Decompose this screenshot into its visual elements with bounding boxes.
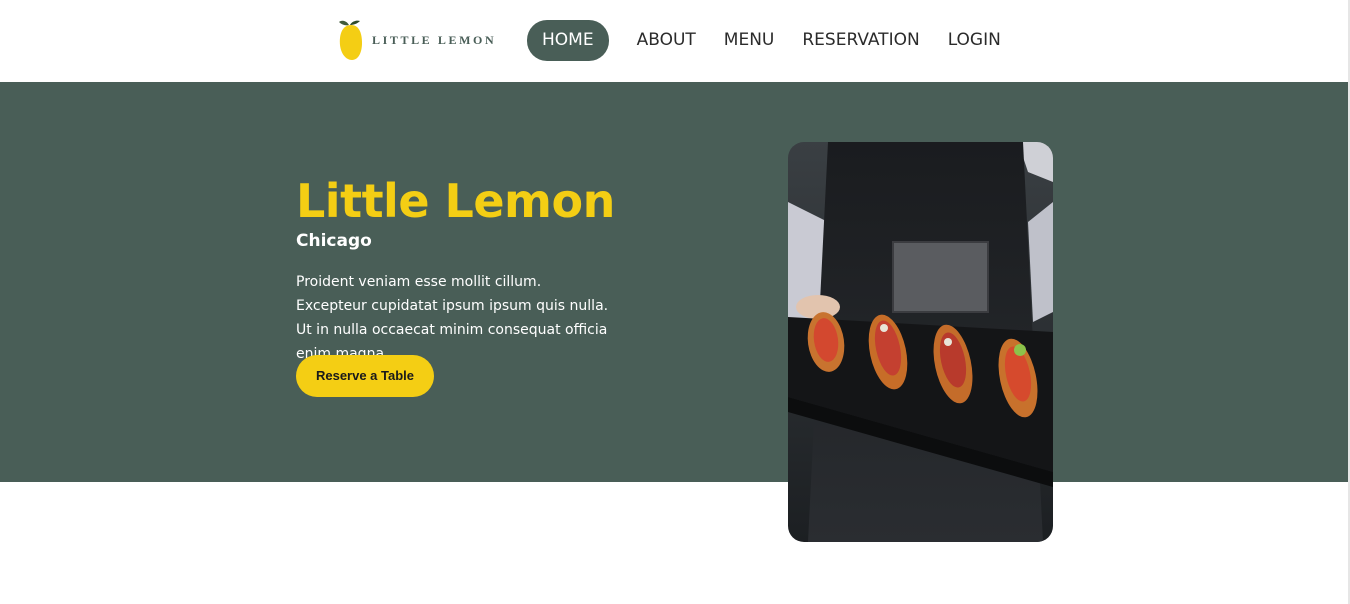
hero-image	[788, 142, 1053, 542]
lemon-icon	[339, 20, 362, 60]
reserve-table-button[interactable]: Reserve a Table	[296, 355, 434, 397]
main-nav: HOME ABOUT MENU RESERVATION LOGIN	[527, 20, 1015, 61]
hero-title: Little Lemon	[296, 174, 615, 228]
nav-item-reservation[interactable]: RESERVATION	[788, 20, 933, 61]
site-header: LITTLE LEMON HOME ABOUT MENU RESERVATION…	[0, 0, 1350, 82]
nav-item-menu[interactable]: MENU	[710, 20, 789, 61]
hero-subtitle: Chicago	[296, 231, 372, 251]
nav-item-home[interactable]: HOME	[527, 20, 609, 61]
food-platter-photo	[788, 142, 1053, 542]
brand-logo[interactable]: LITTLE LEMON	[338, 18, 496, 62]
hero-section: Little Lemon Chicago Proident veniam ess…	[0, 82, 1350, 482]
brand-name: LITTLE LEMON	[372, 32, 497, 47]
nav-item-about[interactable]: ABOUT	[623, 20, 710, 61]
nav-item-login[interactable]: LOGIN	[934, 20, 1015, 61]
hero-description: Proident veniam esse mollit cillum. Exce…	[296, 274, 609, 362]
